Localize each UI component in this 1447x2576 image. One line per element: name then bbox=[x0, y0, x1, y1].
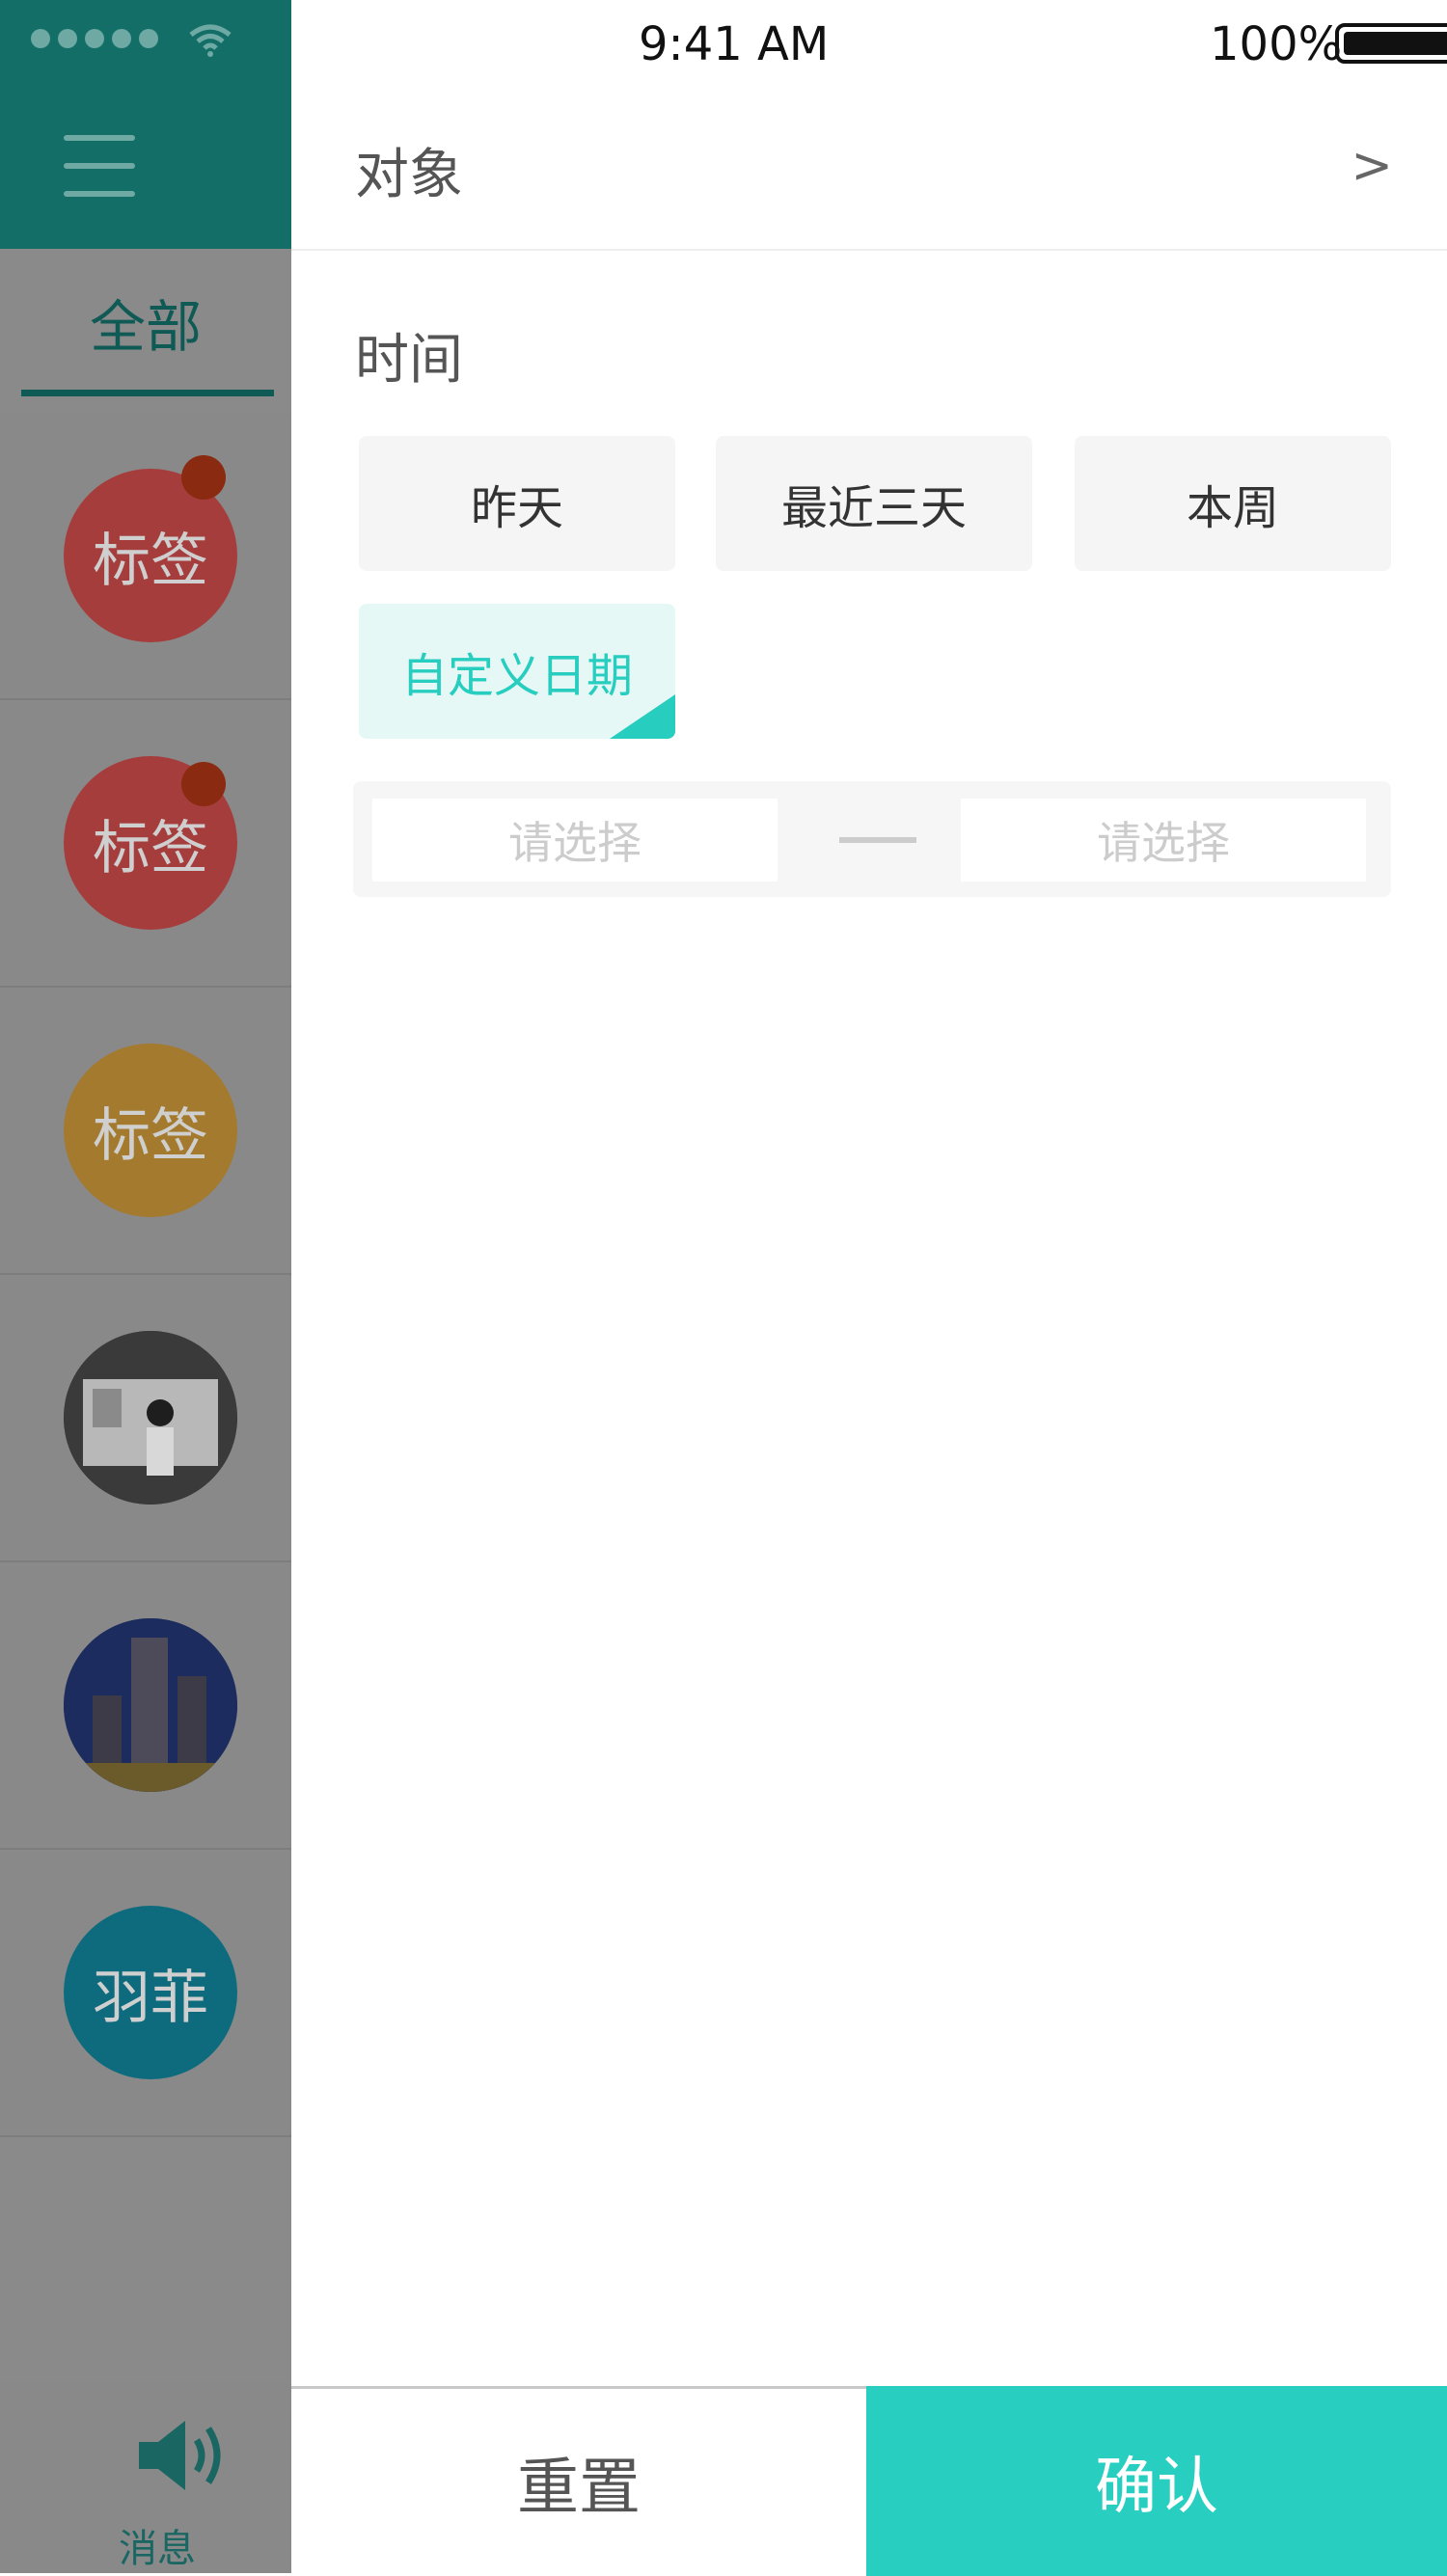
option-label: 自定义日期 bbox=[400, 649, 633, 703]
option-label: 昨天 bbox=[470, 481, 563, 535]
reset-button[interactable]: 重置 bbox=[291, 2389, 866, 2576]
messages-tab-label[interactable]: 消息 bbox=[0, 2517, 291, 2573]
speaker-icon[interactable] bbox=[135, 2417, 228, 2494]
object-selector-row[interactable]: 对象 > bbox=[291, 96, 1447, 251]
sidebar-overlay[interactable]: 全部 标签 标签 标签 羽菲 消息 bbox=[0, 0, 291, 2573]
status-time: 9:41 AM bbox=[639, 17, 830, 71]
start-date-input[interactable]: 请选择 bbox=[372, 799, 778, 881]
battery-icon bbox=[1335, 23, 1447, 64]
menu-icon[interactable] bbox=[64, 135, 135, 197]
sidebar-header bbox=[0, 0, 291, 249]
list-item[interactable]: 标签 bbox=[0, 413, 291, 700]
avatar: 羽菲 bbox=[64, 1906, 237, 2079]
list-item[interactable] bbox=[0, 1562, 291, 1850]
action-bar: 重置 确认 bbox=[291, 2386, 1447, 2576]
list-item[interactable]: 标签 bbox=[0, 988, 291, 1275]
avatar-label: 标签 bbox=[93, 1101, 208, 1170]
tab-all[interactable]: 全部 bbox=[0, 249, 291, 395]
object-label: 对象 bbox=[355, 144, 463, 206]
unread-badge bbox=[181, 762, 226, 806]
option-last-three-days[interactable]: 最近三天 bbox=[716, 436, 1032, 571]
option-custom-date[interactable]: 自定义日期 bbox=[359, 604, 675, 739]
avatar-label: 羽菲 bbox=[93, 1964, 208, 2032]
list-item[interactable] bbox=[0, 1275, 291, 1562]
battery-percent: 100% bbox=[1210, 17, 1343, 71]
confirm-button[interactable]: 确认 bbox=[866, 2386, 1447, 2576]
filter-panel: 9:41 AM 100% 对象 > 时间 昨天 最近三天 本周 自定义日期 请选… bbox=[291, 0, 1447, 2576]
city-photo-icon bbox=[64, 1618, 237, 1792]
avatar-label: 标签 bbox=[93, 527, 208, 595]
option-this-week[interactable]: 本周 bbox=[1075, 436, 1391, 571]
unread-badge bbox=[181, 455, 226, 500]
selected-corner-indicator bbox=[610, 694, 675, 739]
range-separator bbox=[839, 837, 916, 843]
chevron-right-icon: > bbox=[1351, 137, 1393, 195]
end-date-input[interactable]: 请选择 bbox=[961, 799, 1366, 881]
list-item[interactable]: 标签 bbox=[0, 700, 291, 988]
option-label: 最近三天 bbox=[780, 481, 967, 535]
date-range-picker: 请选择 请选择 bbox=[353, 781, 1391, 897]
option-label: 本周 bbox=[1186, 481, 1279, 535]
signal-strength-icon bbox=[31, 29, 158, 48]
tab-underline bbox=[21, 390, 274, 396]
option-yesterday[interactable]: 昨天 bbox=[359, 436, 675, 571]
avatar: 标签 bbox=[64, 1044, 237, 1217]
avatar-photo-person bbox=[64, 1331, 237, 1505]
time-section-label: 时间 bbox=[355, 329, 463, 392]
person-photo-icon bbox=[64, 1331, 237, 1505]
wifi-icon bbox=[189, 24, 232, 57]
list-item[interactable]: 羽菲 bbox=[0, 1850, 291, 2137]
avatar-photo-city bbox=[64, 1618, 237, 1792]
avatar-label: 标签 bbox=[93, 814, 208, 882]
